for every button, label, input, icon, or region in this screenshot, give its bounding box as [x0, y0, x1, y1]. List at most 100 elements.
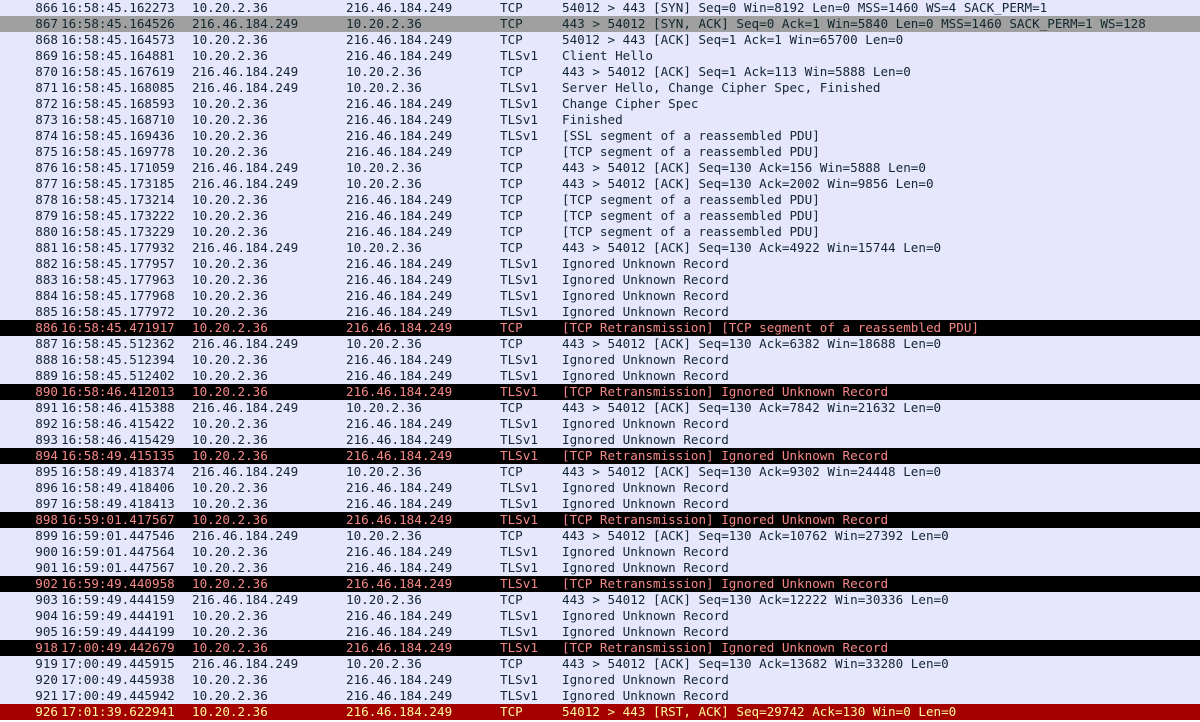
packet-source: 10.20.2.36	[192, 96, 268, 111]
packet-row[interactable]: 897 16:58:49.418413 10.20.2.36 216.46.184.2…	[0, 496, 1200, 512]
packet-row[interactable]: 868 16:58:45.164573 10.20.2.36 216.46.184.2…	[0, 32, 1200, 48]
packet-number: 890	[35, 384, 58, 399]
packet-source: 10.20.2.36	[192, 208, 268, 223]
packet-info: Ignored Unknown Record	[562, 608, 729, 623]
packet-destination: 216.46.184.249	[346, 448, 453, 463]
packet-row[interactable]: 898 16:59:01.417567 10.20.2.36 216.46.184.2…	[0, 512, 1200, 528]
packet-row[interactable]: 901 16:59:01.447567 10.20.2.36 216.46.184.2…	[0, 560, 1200, 576]
packet-info: Ignored Unknown Record	[562, 288, 729, 303]
packet-number: 903	[35, 592, 58, 607]
packet-row[interactable]: 872 16:58:45.168593 10.20.2.36 216.46.184.2…	[0, 96, 1200, 112]
packet-row[interactable]: 894 16:58:49.415135 10.20.2.36 216.46.184.2…	[0, 448, 1200, 464]
packet-number: 886	[35, 320, 58, 335]
packet-info: 443 > 54012 [ACK] Seq=130 Ack=12222 Win=…	[562, 592, 949, 607]
packet-row[interactable]: 899 16:59:01.447546 216.46.184.249 10.20.2.…	[0, 528, 1200, 544]
packet-row[interactable]: 892 16:58:46.415422 10.20.2.36 216.46.184.2…	[0, 416, 1200, 432]
packet-row[interactable]: 893 16:58:46.415429 10.20.2.36 216.46.184.2…	[0, 432, 1200, 448]
packet-number: 901	[35, 560, 58, 575]
packet-time: 16:58:45.173214	[61, 192, 175, 207]
packet-row[interactable]: 874 16:58:45.169436 10.20.2.36 216.46.184.2…	[0, 128, 1200, 144]
packet-source: 10.20.2.36	[192, 224, 268, 239]
packet-source: 216.46.184.249	[192, 176, 299, 191]
packet-row[interactable]: 878 16:58:45.173214 10.20.2.36 216.46.184.2…	[0, 192, 1200, 208]
packet-row[interactable]: 877 16:58:45.173185 216.46.184.249 10.20.2.…	[0, 176, 1200, 192]
packet-row[interactable]: 920 17:00:49.445938 10.20.2.36 216.46.184.2…	[0, 672, 1200, 688]
packet-row[interactable]: 879 16:58:45.173222 10.20.2.36 216.46.184.2…	[0, 208, 1200, 224]
packet-destination: 216.46.184.249	[346, 128, 453, 143]
packet-number: 881	[35, 240, 58, 255]
packet-protocol: TLSv1	[500, 352, 538, 367]
packet-row[interactable]: 870 16:58:45.167619 216.46.184.249 10.20.2.…	[0, 64, 1200, 80]
packet-row[interactable]: 873 16:58:45.168710 10.20.2.36 216.46.184.2…	[0, 112, 1200, 128]
packet-source: 10.20.2.36	[192, 304, 268, 319]
packet-info: Server Hello, Change Cipher Spec, Finish…	[562, 80, 881, 95]
packet-row[interactable]: 875 16:58:45.169778 10.20.2.36 216.46.184.2…	[0, 144, 1200, 160]
packet-row[interactable]: 900 16:59:01.447564 10.20.2.36 216.46.184.2…	[0, 544, 1200, 560]
packet-row[interactable]: 866 16:58:45.162273 10.20.2.36 216.46.184.2…	[0, 0, 1200, 16]
packet-time: 16:59:49.444199	[61, 624, 175, 639]
packet-row[interactable]: 889 16:58:45.512402 10.20.2.36 216.46.184.2…	[0, 368, 1200, 384]
packet-destination: 10.20.2.36	[346, 64, 422, 79]
packet-protocol: TCP	[500, 336, 523, 351]
packet-destination: 216.46.184.249	[346, 576, 453, 591]
packet-row[interactable]: 921 17:00:49.445942 10.20.2.36 216.46.184.2…	[0, 688, 1200, 704]
packet-source: 10.20.2.36	[192, 48, 268, 63]
packet-row[interactable]: 905 16:59:49.444199 10.20.2.36 216.46.184.2…	[0, 624, 1200, 640]
packet-destination: 10.20.2.36	[346, 592, 422, 607]
packet-protocol: TLSv1	[500, 672, 538, 687]
packet-protocol: TCP	[500, 0, 523, 15]
packet-destination: 216.46.184.249	[346, 256, 453, 271]
packet-number: 919	[35, 656, 58, 671]
packet-row[interactable]: 880 16:58:45.173229 10.20.2.36 216.46.184.2…	[0, 224, 1200, 240]
packet-time: 16:59:01.447546	[61, 528, 175, 543]
packet-destination: 216.46.184.249	[346, 384, 453, 399]
packet-time: 16:58:46.412013	[61, 384, 175, 399]
packet-row[interactable]: 867 16:58:45.164526 216.46.184.249 10.20.2.…	[0, 16, 1200, 32]
packet-row[interactable]: 918 17:00:49.442679 10.20.2.36 216.46.184.2…	[0, 640, 1200, 656]
packet-row[interactable]: 919 17:00:49.445915 216.46.184.249 10.20.2.…	[0, 656, 1200, 672]
packet-list[interactable]: 866 16:58:45.162273 10.20.2.36 216.46.184.2…	[0, 0, 1200, 722]
packet-row[interactable]: 903 16:59:49.444159 216.46.184.249 10.20.2.…	[0, 592, 1200, 608]
packet-number: 894	[35, 448, 58, 463]
packet-row[interactable]: 895 16:58:49.418374 216.46.184.249 10.20.2.…	[0, 464, 1200, 480]
packet-info: [TCP Retransmission] Ignored Unknown Rec…	[562, 512, 889, 527]
packet-info: Ignored Unknown Record	[562, 544, 729, 559]
packet-row[interactable]: 890 16:58:46.412013 10.20.2.36 216.46.184.2…	[0, 384, 1200, 400]
packet-number: 871	[35, 80, 58, 95]
packet-row[interactable]: 904 16:59:49.444191 10.20.2.36 216.46.184.2…	[0, 608, 1200, 624]
packet-row[interactable]: 869 16:58:45.164881 10.20.2.36 216.46.184.2…	[0, 48, 1200, 64]
packet-row[interactable]: 886 16:58:45.471917 10.20.2.36 216.46.184.2…	[0, 320, 1200, 336]
packet-protocol: TLSv1	[500, 128, 538, 143]
packet-row[interactable]: 881 16:58:45.177932 216.46.184.249 10.20.2.…	[0, 240, 1200, 256]
packet-destination: 216.46.184.249	[346, 208, 453, 223]
packet-time: 17:00:49.442679	[61, 640, 175, 655]
packet-source: 10.20.2.36	[192, 544, 268, 559]
packet-info: Ignored Unknown Record	[562, 256, 729, 271]
packet-source: 10.20.2.36	[192, 672, 268, 687]
packet-source: 10.20.2.36	[192, 704, 268, 719]
packet-row[interactable]: 926 17:01:39.622941 10.20.2.36 216.46.184.2…	[0, 704, 1200, 720]
packet-row[interactable]: 876 16:58:45.171059 216.46.184.249 10.20.2.…	[0, 160, 1200, 176]
packet-protocol: TLSv1	[500, 560, 538, 575]
packet-protocol: TLSv1	[500, 496, 538, 511]
packet-info: 443 > 54012 [ACK] Seq=130 Ack=9302 Win=2…	[562, 464, 942, 479]
packet-row[interactable]: 896 16:58:49.418406 10.20.2.36 216.46.184.2…	[0, 480, 1200, 496]
packet-row[interactable]: 887 16:58:45.512362 216.46.184.249 10.20.2.…	[0, 336, 1200, 352]
packet-source: 10.20.2.36	[192, 0, 268, 15]
packet-row[interactable]: 902 16:59:49.440958 10.20.2.36 216.46.184.2…	[0, 576, 1200, 592]
packet-time: 16:58:45.168593	[61, 96, 175, 111]
packet-row[interactable]: 884 16:58:45.177968 10.20.2.36 216.46.184.2…	[0, 288, 1200, 304]
packet-time: 16:59:01.417567	[61, 512, 175, 527]
packet-row[interactable]: 885 16:58:45.177972 10.20.2.36 216.46.184.2…	[0, 304, 1200, 320]
packet-destination: 216.46.184.249	[346, 624, 453, 639]
packet-row[interactable]: 888 16:58:45.512394 10.20.2.36 216.46.184.2…	[0, 352, 1200, 368]
packet-row[interactable]: 883 16:58:45.177963 10.20.2.36 216.46.184.2…	[0, 272, 1200, 288]
packet-row[interactable]: 871 16:58:45.168085 216.46.184.249 10.20.2.…	[0, 80, 1200, 96]
packet-row[interactable]: 882 16:58:45.177957 10.20.2.36 216.46.184.2…	[0, 256, 1200, 272]
packet-info: Change Cipher Spec	[562, 96, 699, 111]
packet-source: 10.20.2.36	[192, 368, 268, 383]
packet-time: 16:58:46.415388	[61, 400, 175, 415]
packet-number: 899	[35, 528, 58, 543]
packet-number: 895	[35, 464, 58, 479]
packet-row[interactable]: 891 16:58:46.415388 216.46.184.249 10.20.2.…	[0, 400, 1200, 416]
